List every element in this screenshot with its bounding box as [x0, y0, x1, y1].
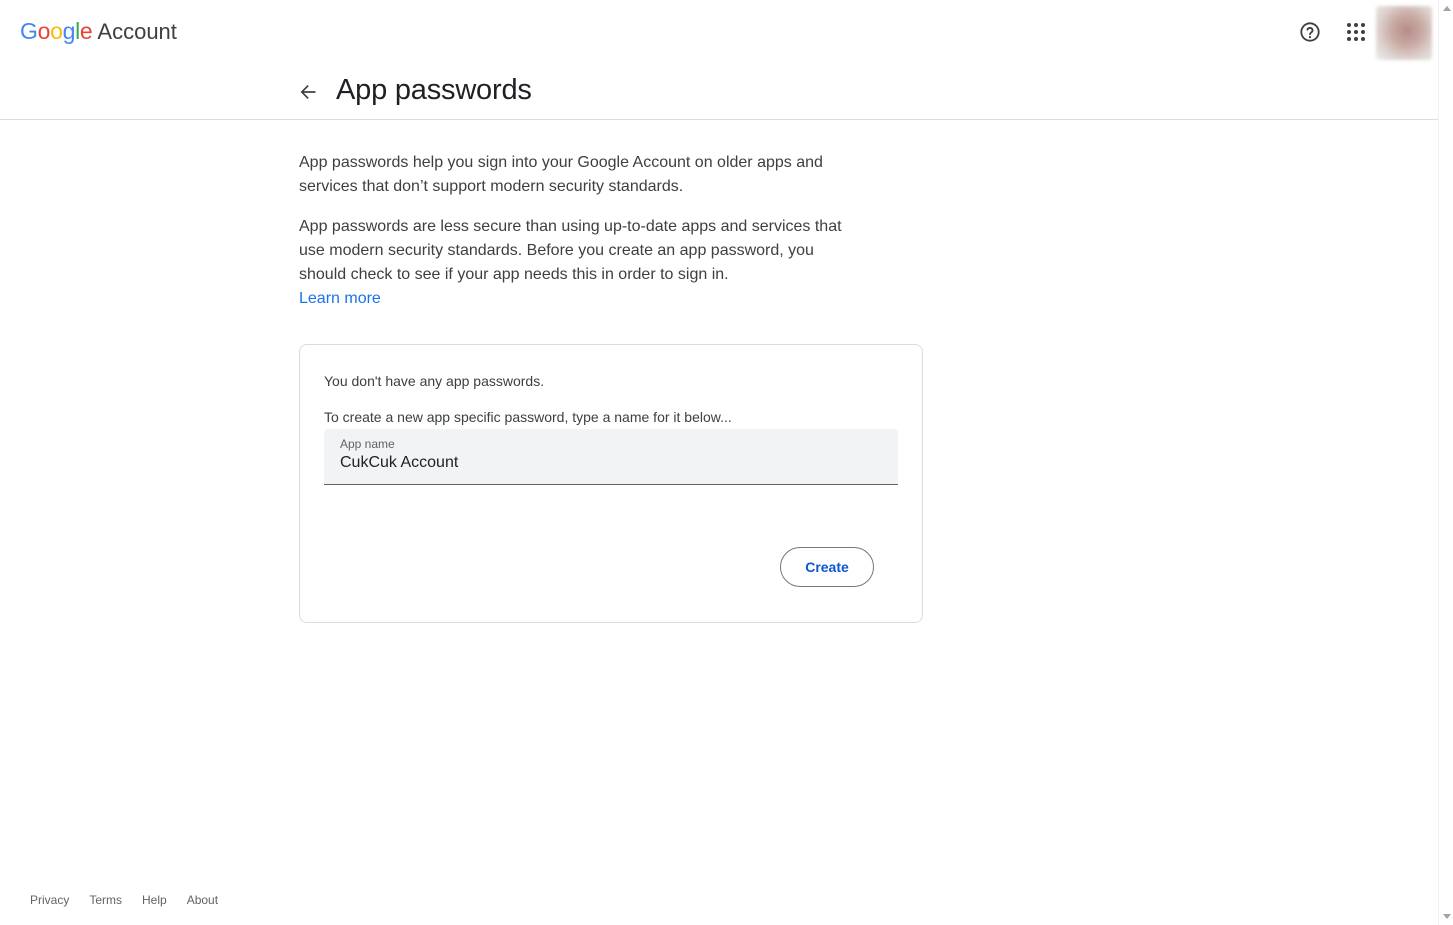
footer-link-privacy[interactable]: Privacy [30, 893, 69, 907]
scroll-up-icon[interactable] [1443, 6, 1451, 11]
intro-paragraph-2: App passwords are less secure than using… [299, 215, 859, 311]
create-hint-text: To create a new app specific password, t… [324, 409, 732, 425]
page-title: App passwords [336, 74, 532, 106]
google-wordmark: Google [20, 18, 93, 44]
footer-link-help[interactable]: Help [142, 893, 167, 907]
app-name-label: App name [340, 437, 395, 451]
learn-more-link[interactable]: Learn more [299, 287, 381, 311]
apps-grid-icon[interactable] [1340, 16, 1372, 48]
logo-account-text: Account [97, 19, 177, 44]
intro-paragraph-1: App passwords help you sign into your Go… [299, 154, 823, 195]
help-icon[interactable] [1294, 16, 1326, 48]
app-passwords-card: You don't have any app passwords. To cre… [299, 344, 923, 623]
title-row: App passwords [0, 64, 1438, 120]
footer-link-about[interactable]: About [187, 893, 218, 907]
back-arrow-icon[interactable] [292, 76, 324, 108]
create-button[interactable]: Create [780, 547, 874, 587]
avatar[interactable] [1376, 6, 1432, 60]
empty-state-message: You don't have any app passwords. [324, 373, 545, 389]
app-name-field[interactable]: App name [324, 429, 898, 485]
footer: Privacy Terms Help About [30, 893, 218, 907]
intro-section: App passwords help you sign into your Go… [299, 151, 859, 311]
footer-link-terms[interactable]: Terms [89, 893, 122, 907]
page: Google Account App passwords App passwor… [0, 0, 1453, 925]
app-name-input[interactable] [340, 454, 880, 472]
top-bar: Google Account [0, 0, 1438, 64]
scrollbar[interactable] [1438, 0, 1453, 925]
intro-paragraph-2-text: App passwords are less secure than using… [299, 218, 842, 283]
scroll-down-icon[interactable] [1443, 914, 1451, 919]
google-account-logo[interactable]: Google Account [20, 18, 177, 48]
